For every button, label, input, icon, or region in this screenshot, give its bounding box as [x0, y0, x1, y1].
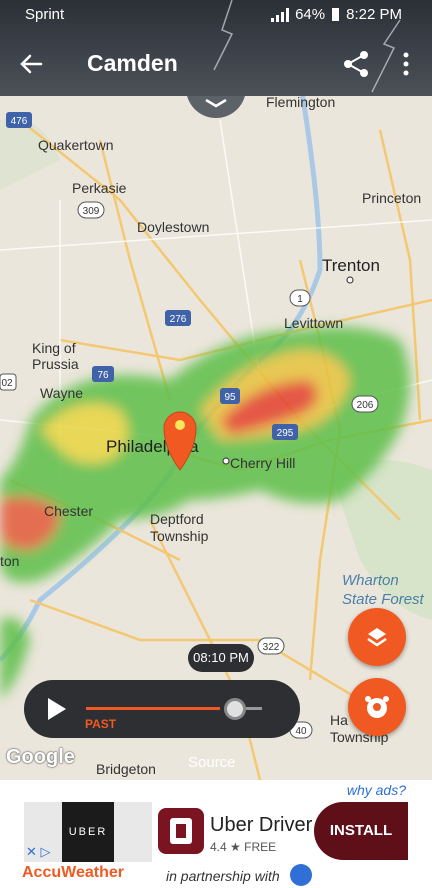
- carrier-name: Sprint: [25, 6, 65, 23]
- uber-driver-app-icon: [158, 808, 204, 854]
- timeline-time: 08:10 PM: [188, 644, 254, 672]
- radar-player: PAST: [24, 680, 300, 738]
- google-logo: Google: [6, 746, 75, 768]
- app-bar: Camden: [0, 30, 432, 96]
- status-bar: Sprint 64% 8:22 PM: [0, 0, 432, 30]
- ad-banner[interactable]: why ads? UBER ✕ ▷ Uber Driver 4.4 ★ FREE…: [0, 780, 432, 888]
- more-options-icon[interactable]: [394, 48, 418, 80]
- ad-app-name: Uber Driver: [210, 814, 313, 836]
- install-button[interactable]: INSTALL: [314, 802, 408, 860]
- timeline-slider-handle[interactable]: [224, 698, 246, 720]
- clock: 8:22 PM: [346, 6, 402, 23]
- partner-logo-icon: [290, 864, 312, 886]
- share-icon[interactable]: [340, 48, 372, 80]
- signal-icon: [271, 7, 290, 22]
- battery-percent: 64%: [295, 6, 326, 23]
- timeline-past-label: PAST: [85, 717, 117, 731]
- ad-rating: 4.4 ★ FREE: [210, 840, 277, 854]
- timeline-progress: [86, 707, 220, 710]
- layers-button[interactable]: [348, 608, 406, 666]
- layers-icon: [367, 628, 387, 647]
- why-ads-link[interactable]: why ads?: [347, 782, 406, 798]
- weather-alerts-button[interactable]: [348, 678, 406, 736]
- page-title: Camden: [87, 50, 178, 76]
- play-icon[interactable]: [42, 694, 72, 724]
- accuweather-logo: AccuWeather: [22, 864, 124, 881]
- adchoices-icon[interactable]: ✕ ▷: [26, 844, 51, 860]
- alert-person-icon: [365, 696, 389, 718]
- radar-map[interactable]: Flemington Quakertown Perkasie Princeton…: [0, 0, 432, 780]
- partnership-text: in partnership with: [166, 868, 280, 884]
- timeline-remaining: [246, 707, 262, 710]
- uber-logo: UBER: [62, 802, 114, 862]
- battery-icon: [332, 8, 340, 21]
- back-arrow-icon[interactable]: [16, 48, 48, 80]
